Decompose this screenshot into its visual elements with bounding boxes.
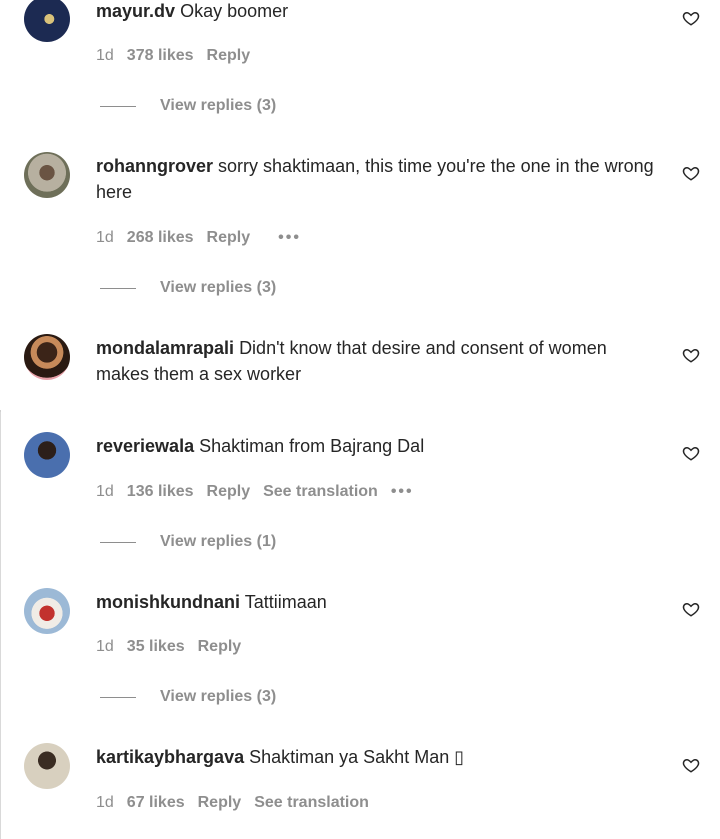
- divider-line: [100, 105, 136, 107]
- divider-line: [100, 541, 136, 543]
- view-replies-label: View replies (1): [160, 533, 277, 550]
- comment-likes[interactable]: 67 likes: [127, 794, 185, 812]
- comment-username[interactable]: monishkundnani: [96, 592, 240, 612]
- comment-meta: 1d 378 likes Reply: [96, 47, 263, 65]
- avatar[interactable]: [24, 743, 70, 789]
- reply-button[interactable]: Reply: [207, 47, 251, 65]
- comment-likes[interactable]: 136 likes: [127, 483, 194, 501]
- comment-username[interactable]: kartikaybhargava: [96, 747, 244, 767]
- comment-username[interactable]: reveriewala: [96, 436, 194, 456]
- reply-button[interactable]: Reply: [207, 483, 251, 501]
- comment-time: 1d: [96, 794, 114, 811]
- heart-icon[interactable]: [682, 600, 700, 618]
- avatar[interactable]: [24, 0, 70, 42]
- more-dots-icon[interactable]: •••: [278, 229, 301, 247]
- screenshot-cut: [0, 410, 720, 416]
- comment-time: 1d: [96, 229, 114, 246]
- comment-likes[interactable]: 268 likes: [127, 229, 194, 247]
- avatar[interactable]: [24, 432, 70, 478]
- comment-username[interactable]: mondalamrapali: [96, 338, 234, 358]
- reply-button[interactable]: Reply: [207, 229, 251, 247]
- comment-meta: 1d 268 likes Reply •••: [96, 229, 314, 247]
- divider-line: [100, 287, 136, 289]
- see-translation-button[interactable]: See translation: [263, 483, 378, 501]
- divider-line: [100, 696, 136, 698]
- view-replies-button[interactable]: View replies (3): [100, 279, 276, 297]
- heart-icon[interactable]: [682, 164, 700, 182]
- comment-username[interactable]: mayur.dv: [96, 1, 175, 21]
- divider: [0, 412, 1, 839]
- comment-likes[interactable]: 378 likes: [127, 47, 194, 65]
- comment-likes[interactable]: 35 likes: [127, 638, 185, 656]
- view-replies-button[interactable]: View replies (3): [100, 688, 276, 706]
- comment-text: Okay boomer: [180, 1, 289, 21]
- more-dots-icon[interactable]: •••: [391, 483, 414, 501]
- comment-time: 1d: [96, 483, 114, 500]
- heart-icon[interactable]: [682, 444, 700, 462]
- heart-icon[interactable]: [682, 756, 700, 774]
- comment-time: 1d: [96, 638, 114, 655]
- avatar[interactable]: [24, 152, 70, 198]
- avatar[interactable]: [24, 334, 70, 380]
- heart-icon[interactable]: [682, 9, 700, 27]
- comment-meta: 1d 67 likes Reply See translation: [96, 794, 382, 812]
- view-replies-button[interactable]: View replies (1): [100, 533, 276, 551]
- comment-text: Shaktiman ya Sakht Man ▯: [249, 747, 465, 767]
- comment-time: 1d: [96, 47, 114, 64]
- heart-icon[interactable]: [682, 346, 700, 364]
- view-replies-button[interactable]: View replies (3): [100, 97, 276, 115]
- comment-meta: 1d 136 likes Reply See translation •••: [96, 483, 427, 501]
- view-replies-label: View replies (3): [160, 688, 277, 705]
- comment-text: Shaktiman from Bajrang Dal: [199, 436, 425, 456]
- comment-username[interactable]: rohanngrover: [96, 156, 213, 176]
- view-replies-label: View replies (3): [160, 279, 277, 296]
- reply-button[interactable]: Reply: [198, 638, 242, 656]
- comment-meta: 1d 35 likes Reply: [96, 638, 254, 656]
- reply-button[interactable]: Reply: [198, 794, 242, 812]
- see-translation-button[interactable]: See translation: [254, 794, 369, 812]
- comment-text: Tattiimaan: [244, 592, 327, 612]
- avatar[interactable]: [24, 588, 70, 634]
- view-replies-label: View replies (3): [160, 97, 277, 114]
